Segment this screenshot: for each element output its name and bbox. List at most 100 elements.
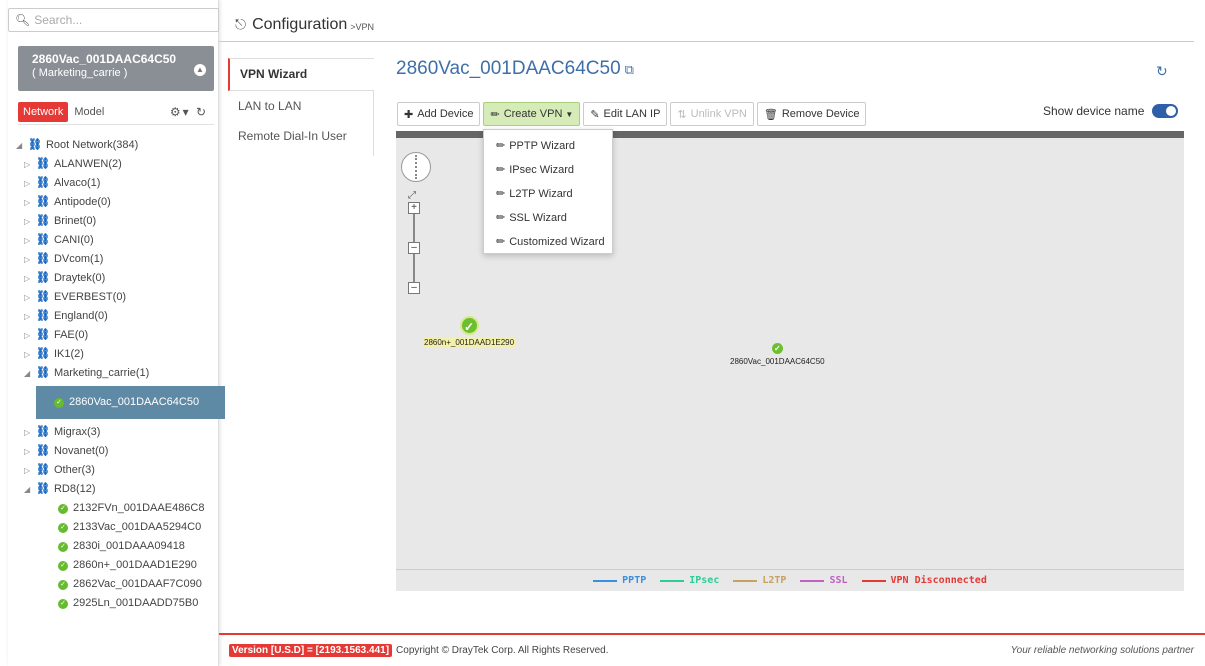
tree-group[interactable]: ▷ ⛓ EVERBEST(0) [16, 288, 221, 307]
check-icon: ✓ [459, 316, 479, 335]
collapsed-arrow-icon[interactable]: ▷ [24, 212, 36, 231]
tree-group[interactable]: ▷ ⛓ IK1(2) [16, 345, 221, 364]
tree-root[interactable]: ◢ ⛓ Root Network(384) [16, 136, 221, 155]
add-device-button[interactable]: ✚ Add Device [397, 102, 481, 126]
map-legend: PPTP IPsec L2TP SSL VPN Disconnected [396, 569, 1184, 591]
pan-control[interactable] [401, 152, 431, 182]
create-vpn-dropdown: ✏ PPTP Wizard ✏ IPsec Wizard ✏ L2TP Wizard … [483, 129, 613, 254]
tagline: Your reliable networking solutions partn… [1010, 645, 1194, 656]
caret-down-icon: ▼ [565, 109, 574, 119]
unlink-vpn-button[interactable]: ⇅ Unlink VPN [670, 102, 754, 126]
remove-device-button[interactable]: 🗑︎ Remove Device [756, 102, 867, 126]
network-icon: ⛓ [28, 139, 42, 151]
menu-item-l2tp-wizard[interactable]: ✏ L2TP Wizard [484, 182, 612, 206]
tree-device[interactable]: ✓ 2830i_001DAAA09418 [16, 537, 221, 556]
submenu-vpn-wizard[interactable]: VPN Wizard [228, 58, 374, 91]
expanded-arrow-icon[interactable]: ◢ [24, 480, 36, 499]
legend-item: L2TP [733, 575, 786, 586]
submenu-remote-dial-in[interactable]: Remote Dial-In User [228, 121, 373, 151]
device-title: 2860Vac_001DAAC64C50 ⧉ [396, 58, 634, 79]
network-icon: ⛓ [36, 445, 50, 457]
wand-icon: ✏ [496, 188, 506, 200]
zoom-slider-handle[interactable]: – [408, 242, 420, 254]
tree-group[interactable]: ▷ ⛓ FAE(0) [16, 326, 221, 345]
chevron-up-icon[interactable]: ▲ [194, 64, 206, 76]
search-input[interactable]: 🔍︎ Search... [8, 8, 219, 32]
tree-device[interactable]: ✓ 2925Ln_001DAADD75B0 [16, 594, 221, 613]
tree-device-selected[interactable]: ✓ 2860Vac_001DAAC64C50 [36, 386, 225, 419]
legend-item: PPTP [593, 575, 646, 586]
create-vpn-button[interactable]: ✏ Create VPN ▼ [483, 102, 581, 126]
tree-group-rd8[interactable]: ◢ ⛓ RD8(12) [16, 480, 221, 499]
collapsed-arrow-icon[interactable]: ▷ [24, 231, 36, 250]
network-icon: ⛓ [36, 367, 50, 379]
unlink-icon: ⇅ [677, 108, 687, 121]
tree-group[interactable]: ▷ ⛓ Antipode(0) [16, 193, 221, 212]
tree-group[interactable]: ▷ ⛓ ALANWEN(2) [16, 155, 221, 174]
collapsed-arrow-icon[interactable]: ▷ [24, 326, 36, 345]
map-node-2860vac[interactable]: ✓ 2860Vac_001DAAC64C50 [730, 343, 825, 366]
collapsed-arrow-icon[interactable]: ▷ [24, 423, 36, 442]
submenu-lan-to-lan[interactable]: LAN to LAN [228, 91, 373, 121]
network-icon: ⛓ [36, 177, 50, 189]
collapsed-arrow-icon[interactable]: ▷ [24, 461, 36, 480]
tab-network[interactable]: Network [18, 101, 69, 122]
tree-group[interactable]: ▷ ⛓ Migrax(3) [16, 423, 221, 442]
collapsed-arrow-icon[interactable]: ▷ [24, 307, 36, 326]
menu-item-pptp-wizard[interactable]: ✏ PPTP Wizard [484, 134, 612, 158]
tree-group-marketing[interactable]: ◢ ⛓ Marketing_carrie(1) [16, 364, 221, 383]
version-badge: Version [U.S.D] = [2193.1563.441] [229, 644, 393, 657]
menu-item-customized-wizard[interactable]: ✏ Customized Wizard [484, 230, 612, 254]
collapsed-arrow-icon[interactable]: ▷ [24, 345, 36, 364]
tree-device[interactable]: ✓ 2860n+_001DAAD1E290 [16, 556, 221, 575]
vpn-submenu: VPN Wizard LAN to LAN Remote Dial-In Use… [228, 58, 374, 156]
external-link-icon[interactable]: ⧉ [625, 62, 634, 77]
collapsed-arrow-icon[interactable]: ▷ [24, 269, 36, 288]
show-device-name-toggle[interactable] [1152, 104, 1179, 118]
network-icon: ⛓ [36, 272, 50, 284]
page-header: ⎋ Configuration >VPN [219, 8, 1194, 42]
map-node-2860n[interactable]: ✓ 2860n+_001DAAD1E290 [423, 316, 516, 347]
refresh-icon[interactable]: ↻ [1156, 63, 1168, 80]
tree-device[interactable]: ✓ 2862Vac_001DAAF7C090 [16, 575, 221, 594]
collapsed-arrow-icon[interactable]: ▷ [24, 288, 36, 307]
zoom-out-icon[interactable]: – [408, 282, 420, 294]
zoom-in-icon[interactable]: + [408, 202, 420, 214]
tab-model[interactable]: Model [68, 106, 110, 118]
collapsed-arrow-icon[interactable]: ▷ [24, 174, 36, 193]
tree-device[interactable]: ✓ 2132FVn_001DAAE486C8 [16, 499, 221, 518]
menu-item-ipsec-wizard[interactable]: ✏ IPsec Wizard [484, 158, 612, 182]
menu-item-ssl-wizard[interactable]: ✏ SSL Wizard [484, 206, 612, 230]
collapsed-arrow-icon[interactable]: ▷ [24, 155, 36, 174]
collapsed-arrow-icon[interactable]: ▷ [24, 250, 36, 269]
network-icon: ⛓ [36, 348, 50, 360]
network-tree: ◢ ⛓ Root Network(384) ▷ ⛓ ALANWEN(2) ▷ ⛓ Alvaco… [16, 136, 225, 613]
collapsed-arrow-icon[interactable]: ▷ [24, 442, 36, 461]
network-icon: ⛓ [36, 234, 50, 246]
fullscreen-icon[interactable]: ⤢ [408, 190, 416, 201]
tree-group[interactable]: ▷ ⛓ DVcom(1) [16, 250, 221, 269]
selected-device-box[interactable]: 2860Vac_001DAAC64C50 ( Marketing_carrie … [18, 46, 214, 91]
tree-group[interactable]: ▷ ⛓ Alvaco(1) [16, 174, 221, 193]
expanded-arrow-icon[interactable]: ◢ [16, 136, 28, 155]
expanded-arrow-icon[interactable]: ◢ [24, 364, 36, 383]
collapsed-arrow-icon[interactable]: ▷ [24, 193, 36, 212]
tree-group[interactable]: ▷ ⛓ Brinet(0) [16, 212, 221, 231]
legend-line [593, 579, 618, 582]
tree-group[interactable]: ▷ ⛓ Novanet(0) [16, 442, 221, 461]
trash-icon: 🗑︎ [763, 108, 778, 121]
network-icon: ⛓ [36, 253, 50, 265]
page-title: Configuration [252, 15, 348, 33]
tree-group[interactable]: ▷ ⛓ CANI(0) [16, 231, 221, 250]
check-icon: ✓ [58, 579, 68, 590]
device-name: 2860Vac_001DAAC64C50 [32, 52, 177, 66]
gear-refresh-icons[interactable]: ⚙▾ ↻ [170, 105, 208, 119]
tree-group[interactable]: ▷ ⛓ Other(3) [16, 461, 221, 480]
tree-group[interactable]: ▷ ⛓ Draytek(0) [16, 269, 221, 288]
edit-icon: ✎ [590, 108, 600, 121]
edit-lan-ip-button[interactable]: ✎ Edit LAN IP [583, 102, 668, 126]
copyright-text: Copyright © DrayTek Corp. All Rights Res… [396, 645, 609, 656]
tree-device[interactable]: ✓ 2133Vac_001DAA5294C0 [16, 518, 221, 537]
tree-group[interactable]: ▷ ⛓ England(0) [16, 307, 221, 326]
check-icon: ✓ [58, 522, 68, 533]
